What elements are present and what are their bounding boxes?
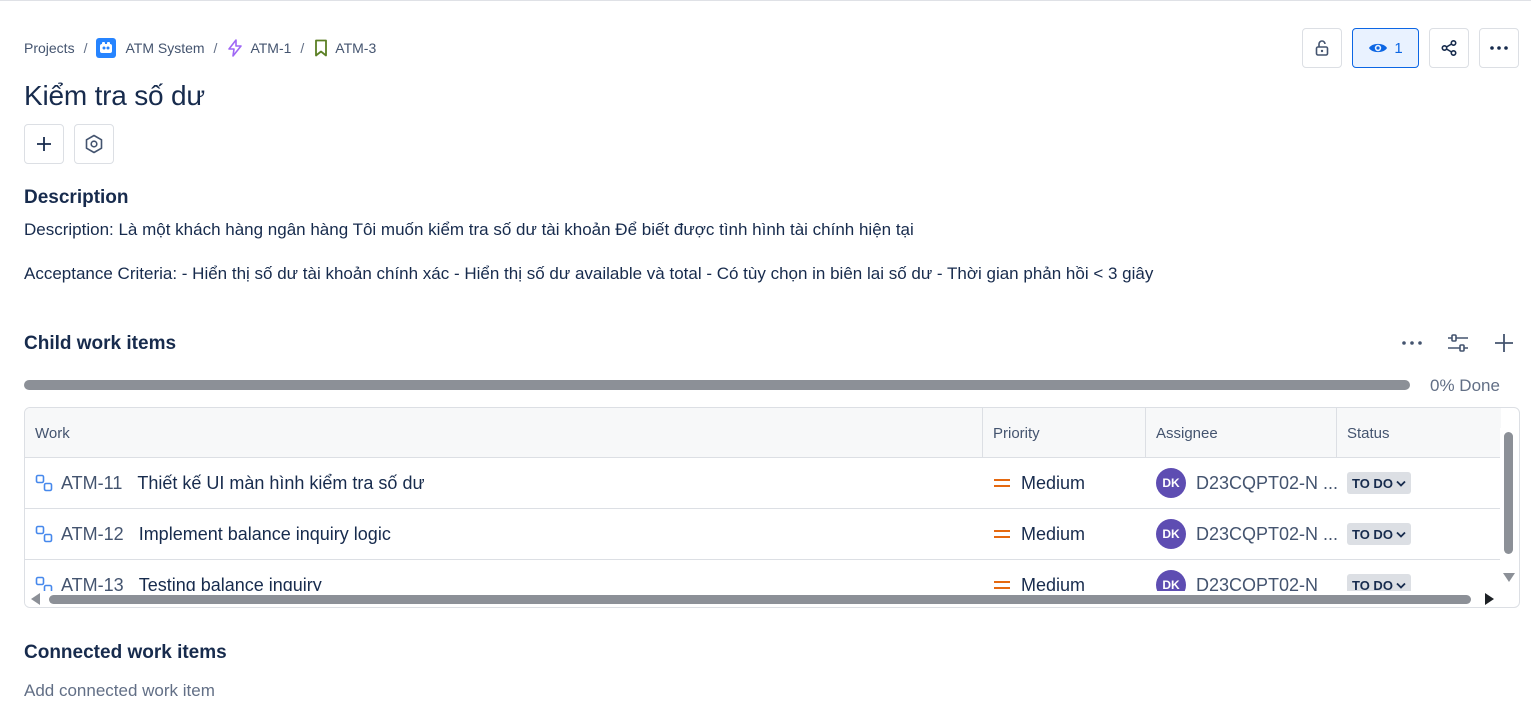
table-header: Work Priority Assignee Status bbox=[25, 408, 1501, 458]
breadcrumb-projects[interactable]: Projects bbox=[24, 40, 75, 56]
acceptance-criteria-text[interactable]: Acceptance Criteria: - Hiển thị số dư tà… bbox=[24, 264, 1153, 284]
avatar: DK bbox=[1156, 570, 1186, 593]
scroll-down-arrow-icon[interactable] bbox=[1503, 573, 1515, 582]
avatar: DK bbox=[1156, 519, 1186, 549]
issue-summary-link[interactable]: Implement balance inquiry logic bbox=[139, 524, 391, 545]
status-cell: TO DO bbox=[1337, 560, 1501, 593]
eye-icon bbox=[1368, 41, 1388, 55]
status-dropdown[interactable]: TO DO bbox=[1347, 472, 1411, 494]
table-body: ATM-11 Thiết kế UI màn hình kiểm tra số … bbox=[25, 458, 1501, 593]
scroll-left-arrow-icon[interactable] bbox=[31, 593, 40, 605]
child-items-more-button[interactable] bbox=[1399, 330, 1425, 356]
horizontal-scrollbar[interactable] bbox=[25, 591, 1501, 607]
breadcrumb-separator: / bbox=[213, 40, 218, 56]
share-button[interactable] bbox=[1429, 28, 1469, 68]
add-connected-item-link[interactable]: Add connected work item bbox=[24, 681, 215, 701]
child-items-progress-bar bbox=[24, 380, 1410, 390]
apps-button[interactable] bbox=[74, 124, 114, 164]
description-text[interactable]: Description: Là một khách hàng ngân hàng… bbox=[24, 220, 914, 240]
more-icon bbox=[1402, 341, 1422, 345]
priority-medium-icon bbox=[993, 478, 1011, 488]
add-button[interactable] bbox=[24, 124, 64, 164]
status-label: TO DO bbox=[1352, 526, 1393, 542]
story-bookmark-icon bbox=[313, 39, 329, 57]
priority-cell: Medium bbox=[983, 458, 1146, 508]
table-row[interactable]: ATM-11 Thiết kế UI màn hình kiểm tra số … bbox=[25, 458, 1501, 509]
top-border bbox=[0, 0, 1531, 2]
assignee-cell: DK D23CQPT02-N bbox=[1146, 560, 1337, 593]
assignee-cell: DK D23CQPT02-N ... bbox=[1146, 509, 1339, 559]
column-header-priority[interactable]: Priority bbox=[983, 408, 1146, 458]
restrictions-button[interactable] bbox=[1302, 28, 1342, 68]
column-header-assignee[interactable]: Assignee bbox=[1146, 408, 1337, 458]
avatar: DK bbox=[1156, 468, 1186, 498]
assignee-name: D23CQPT02-N ... bbox=[1196, 523, 1339, 544]
priority-medium-icon bbox=[993, 529, 1011, 539]
vertical-scrollbar-thumb[interactable] bbox=[1504, 432, 1513, 554]
chevron-down-icon bbox=[1396, 480, 1406, 487]
sliders-icon bbox=[1448, 334, 1468, 352]
issue-key-link[interactable]: ATM-12 bbox=[61, 524, 124, 545]
status-dropdown[interactable]: TO DO bbox=[1347, 523, 1411, 545]
project-avatar-icon bbox=[96, 38, 117, 58]
share-icon bbox=[1440, 39, 1458, 57]
child-items-table: Work Priority Assignee Status ATM-11 Thi… bbox=[24, 407, 1520, 608]
connected-items-heading: Connected work items bbox=[24, 642, 227, 663]
progress-label: 0% Done bbox=[1430, 376, 1500, 395]
breadcrumb-separator: / bbox=[83, 40, 88, 56]
assignee-name: D23CQPT02-N ... bbox=[1196, 472, 1339, 493]
more-icon bbox=[1489, 45, 1509, 51]
breadcrumb-project[interactable]: ATM System bbox=[96, 38, 205, 58]
assignee-cell: DK D23CQPT02-N ... bbox=[1146, 458, 1339, 508]
work-cell: ATM-12 Implement balance inquiry logic bbox=[25, 509, 983, 559]
status-cell: TO DO bbox=[1337, 458, 1501, 508]
priority-label: Medium bbox=[1021, 472, 1086, 493]
watch-count: 1 bbox=[1394, 39, 1403, 57]
table-row[interactable]: ATM-12 Implement balance inquiry logic M… bbox=[25, 509, 1501, 560]
priority-cell: Medium bbox=[983, 509, 1146, 559]
lock-open-icon bbox=[1313, 39, 1331, 57]
issue-toolbar bbox=[24, 124, 114, 164]
hexagon-settings-icon bbox=[84, 134, 104, 154]
epic-lightning-icon bbox=[226, 39, 244, 57]
priority-medium-icon bbox=[993, 580, 1011, 590]
plus-icon bbox=[1495, 334, 1513, 352]
priority-cell: Medium bbox=[983, 560, 1146, 593]
breadcrumb-story[interactable]: ATM-3 bbox=[313, 39, 376, 57]
work-cell: ATM-11 Thiết kế UI màn hình kiểm tra số … bbox=[25, 458, 983, 508]
child-items-controls bbox=[1399, 330, 1517, 356]
status-cell: TO DO bbox=[1337, 509, 1501, 559]
more-actions-button[interactable] bbox=[1479, 28, 1519, 68]
issue-actions: 1 bbox=[1302, 28, 1519, 68]
horizontal-scrollbar-thumb[interactable] bbox=[49, 595, 1471, 604]
status-label: TO DO bbox=[1352, 475, 1393, 491]
child-items-filter-button[interactable] bbox=[1445, 330, 1471, 356]
scroll-right-arrow-icon[interactable] bbox=[1485, 593, 1494, 605]
vertical-scrollbar[interactable] bbox=[1500, 428, 1519, 588]
issue-key-link[interactable]: ATM-11 bbox=[61, 473, 122, 494]
plus-icon bbox=[35, 135, 53, 153]
priority-label: Medium bbox=[1021, 523, 1086, 544]
work-cell: ATM-13 Testing balance inquiry bbox=[25, 560, 983, 593]
subtask-icon bbox=[35, 474, 53, 492]
description-heading: Description bbox=[24, 187, 129, 208]
issue-title[interactable]: Kiểm tra số dư bbox=[24, 80, 205, 112]
column-header-status[interactable]: Status bbox=[1337, 408, 1501, 458]
column-header-work[interactable]: Work bbox=[25, 408, 983, 458]
chevron-down-icon bbox=[1396, 582, 1406, 589]
breadcrumb-separator: / bbox=[300, 40, 305, 56]
breadcrumb-epic[interactable]: ATM-1 bbox=[226, 39, 291, 57]
watch-button[interactable]: 1 bbox=[1352, 28, 1419, 68]
child-items-heading: Child work items bbox=[24, 333, 177, 354]
child-items-add-button[interactable] bbox=[1491, 330, 1517, 356]
chevron-down-icon bbox=[1396, 531, 1406, 538]
subtask-icon bbox=[35, 525, 53, 543]
issue-summary-link[interactable]: Thiết kế UI màn hình kiểm tra số dư bbox=[137, 473, 424, 494]
table-row[interactable]: ATM-13 Testing balance inquiry Medium DK… bbox=[25, 560, 1501, 593]
breadcrumb: Projects / ATM System / ATM-1 / ATM-3 bbox=[24, 37, 376, 59]
